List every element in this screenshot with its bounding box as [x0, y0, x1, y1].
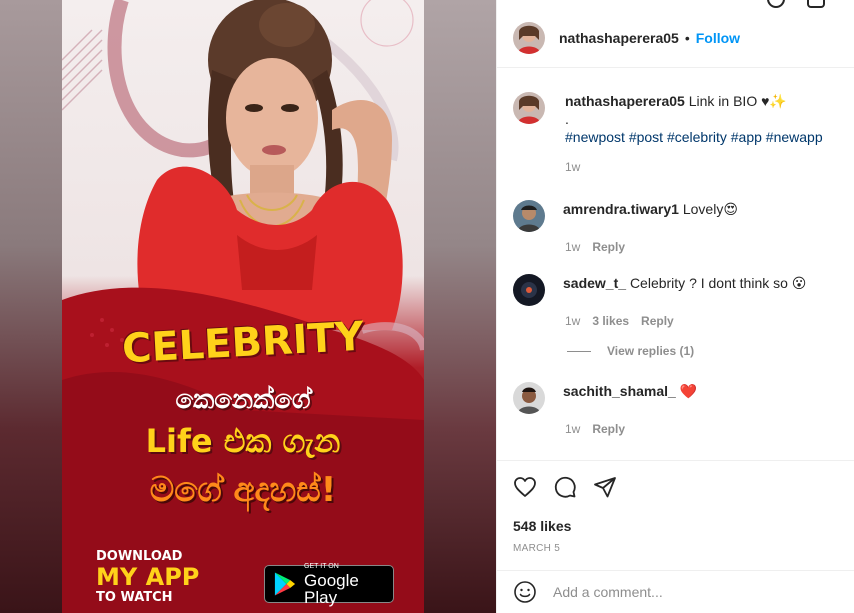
activity-icon[interactable]	[767, 0, 785, 8]
comment-composer	[497, 570, 854, 613]
post-date[interactable]: MARCH 5	[513, 543, 560, 554]
post-actions: 548 likes MARCH 5	[497, 460, 854, 570]
media-blur-left	[0, 0, 62, 613]
google-play-badge: GET IT ON Google Play	[264, 562, 394, 607]
share-icon[interactable]	[593, 475, 617, 499]
comment-icon[interactable]	[553, 475, 577, 499]
comment-username[interactable]: amrendra.tiwary1	[563, 201, 679, 217]
replies-line	[567, 350, 591, 352]
reply-button[interactable]: Reply	[592, 240, 625, 254]
badge-big-text: Google Play	[304, 570, 359, 607]
comment-time[interactable]: 1w	[565, 314, 580, 328]
post-image[interactable]: CELEBRITY කෙනෙක්ගේ Life එක ගැන මගේ අදහස්…	[62, 0, 424, 613]
caption-time[interactable]: 1w	[565, 160, 580, 174]
poster-line-2: කෙනෙක්ගේ	[175, 385, 311, 415]
watch-label: TO WATCH	[96, 590, 173, 605]
caption-text: Link in BIO ♥✨	[688, 93, 787, 109]
poster-line-4: මගේ අදහස්!	[149, 470, 337, 510]
comment-text: ❤️	[679, 383, 698, 399]
post-author-username[interactable]: nathashaperera05	[559, 30, 679, 46]
avatar[interactable]	[513, 274, 545, 306]
follow-button[interactable]: Follow	[696, 30, 740, 46]
avatar[interactable]	[513, 382, 545, 414]
avatar-image	[513, 92, 545, 124]
poster-artwork	[62, 0, 424, 613]
comment-likes[interactable]: 3 likes	[592, 314, 629, 328]
comment-username[interactable]: sachith_shamal_	[563, 383, 676, 399]
poster-line-3: Life එක ගැන	[145, 422, 341, 460]
likes-count[interactable]: 548 likes	[513, 518, 571, 534]
reply-button[interactable]: Reply	[641, 314, 674, 328]
comment-text: Celebrity ? I dont think so 😮	[629, 275, 807, 291]
comment-item: sachith_shamal_ ❤️ 1w Reply	[513, 382, 843, 436]
avatar-image	[513, 21, 545, 54]
reply-button[interactable]: Reply	[592, 422, 625, 436]
avatar-image	[513, 200, 545, 232]
separator-dot: •	[684, 29, 690, 46]
download-label: DOWNLOAD	[96, 549, 183, 564]
caption-item: nathashaperera05 Link in BIO ♥✨ . #newpo…	[513, 92, 843, 174]
avatar[interactable]	[513, 21, 545, 54]
post-sidebar: nathashaperera05 • Follow nathashaperera…	[496, 0, 854, 613]
avatar[interactable]	[513, 200, 545, 232]
avatar-image	[513, 274, 545, 306]
caption-dot-line: .	[565, 111, 569, 127]
app-label: MY APP	[96, 563, 200, 591]
comments-list[interactable]: nathashaperera05 Link in BIO ♥✨ . #newpo…	[497, 78, 854, 458]
post-media[interactable]: CELEBRITY කෙනෙක්ගේ Life එක ගැන මගේ අදහස්…	[0, 0, 496, 613]
comment-username[interactable]: sadew_t_	[563, 275, 626, 291]
comment-item: amrendra.tiwary1 Lovely😍 1w Reply	[513, 200, 843, 254]
badge-small-text: GET IT ON	[304, 562, 339, 570]
caption-hashtags[interactable]: #newpost #post #celebrity #app #newapp	[565, 128, 823, 146]
emoji-icon[interactable]	[513, 580, 537, 604]
comment-input[interactable]	[553, 584, 823, 600]
comment-item: sadew_t_ Celebrity ? I dont think so 😮 1…	[513, 274, 843, 328]
view-replies-button[interactable]: View replies (1)	[567, 344, 694, 358]
comment-text: Lovely😍	[682, 201, 738, 217]
heart-icon[interactable]	[513, 475, 537, 499]
avatar[interactable]	[513, 92, 545, 124]
caption-username[interactable]: nathashaperera05	[565, 93, 685, 109]
view-replies-label: View replies (1)	[607, 344, 695, 358]
google-play-icon	[274, 572, 296, 596]
profile-icon[interactable]	[807, 0, 825, 8]
avatar-image	[513, 382, 545, 414]
top-nav-strip	[497, 0, 854, 8]
comment-time[interactable]: 1w	[565, 422, 580, 436]
comment-time[interactable]: 1w	[565, 240, 580, 254]
download-callout: DOWNLOAD MY APP TO WATCH	[96, 550, 199, 604]
post-header: nathashaperera05 • Follow	[497, 8, 854, 68]
media-blur-right	[424, 0, 496, 613]
